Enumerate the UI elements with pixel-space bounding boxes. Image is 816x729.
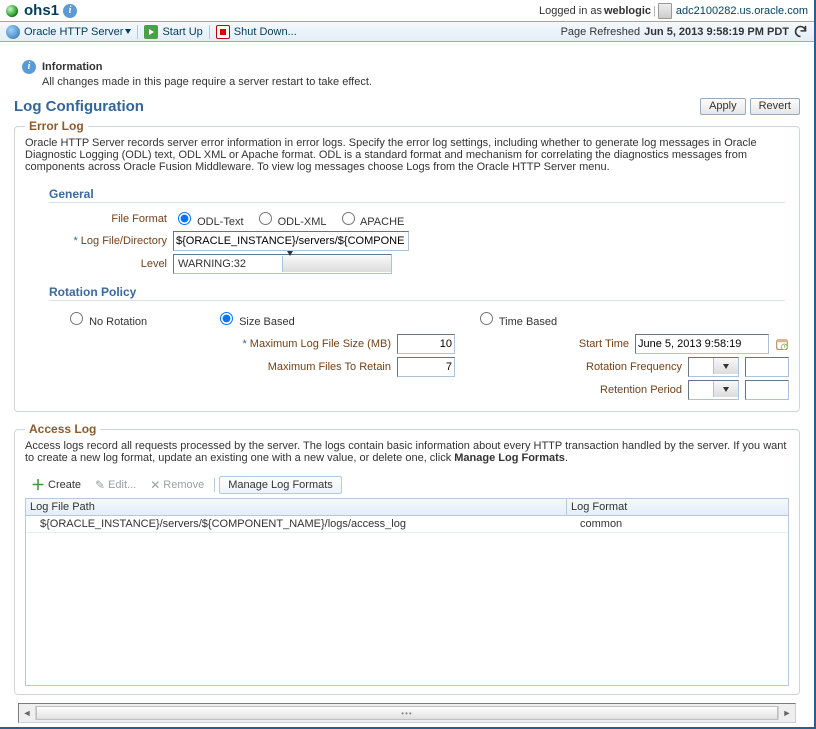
error-log-legend: Error Log	[25, 119, 88, 133]
host-name[interactable]: adc2100282.us.oracle.com	[676, 5, 808, 17]
col-log-format[interactable]: Log Format	[567, 499, 788, 515]
table-row[interactable]: ${ORACLE_INSTANCE}/servers/${COMPONENT_N…	[26, 516, 788, 533]
breadcrumb: ohs1 i	[6, 2, 77, 19]
access-log-description: Access logs record all requests processe…	[25, 440, 789, 464]
server-menu-icon	[6, 25, 20, 39]
general-heading: General	[49, 179, 785, 203]
access-log-table: Log File Path Log Format ${ORACLE_INSTAN…	[25, 498, 789, 686]
scroll-left-icon[interactable]: ◄	[19, 708, 35, 718]
shutdown-link[interactable]: Shut Down...	[234, 26, 297, 38]
fmt-odl-text[interactable]: ODL-Text	[173, 209, 244, 228]
info-panel: i Information All changes made in this p…	[14, 56, 800, 98]
plus-icon: ＋	[31, 479, 45, 491]
max-retain-label: Maximum Files To Retain	[268, 361, 391, 373]
horizontal-scrollbar[interactable]: ◄ ••• ►	[18, 703, 796, 723]
time-based-radio[interactable]: Time Based	[475, 316, 557, 328]
cell-log-format: common	[576, 516, 788, 532]
retention-period-input[interactable]	[745, 380, 789, 400]
error-log-section: Error Log Oracle HTTP Server records ser…	[14, 119, 800, 412]
level-select[interactable]: WARNING:32	[173, 254, 392, 274]
info-text: All changes made in this page require a …	[42, 76, 798, 88]
fmt-odl-xml[interactable]: ODL-XML	[254, 209, 327, 228]
x-icon: ✕	[150, 478, 160, 492]
info-heading: Information	[42, 61, 103, 73]
rotation-freq-select[interactable]	[688, 357, 739, 377]
logdir-input[interactable]	[173, 231, 409, 251]
retention-period-label: Retention Period	[600, 384, 682, 396]
remove-button[interactable]: ✕Remove	[144, 477, 210, 493]
server-title: ohs1	[24, 2, 59, 19]
logdir-label: * Log File/Directory	[49, 235, 167, 247]
max-size-label: * Maximum Log File Size (MB)	[242, 338, 391, 350]
status-up-icon	[6, 5, 18, 17]
shutdown-icon	[216, 25, 230, 39]
page-refreshed-label: Page Refreshed	[561, 26, 641, 38]
server-menu[interactable]: Oracle HTTP Server	[24, 26, 131, 38]
login-info: Logged in as weblogic | adc2100282.us.or…	[539, 3, 808, 19]
start-time-input[interactable]	[635, 334, 769, 354]
cell-log-path: ${ORACLE_INSTANCE}/servers/${COMPONENT_N…	[26, 516, 576, 532]
info-icon[interactable]: i	[63, 4, 77, 18]
startup-icon	[144, 25, 158, 39]
apply-button[interactable]: Apply	[700, 98, 746, 115]
file-format-label: File Format	[49, 213, 167, 225]
page-refreshed-time: Jun 5, 2013 9:58:19 PM PDT	[644, 26, 789, 38]
rotation-freq-label: Rotation Frequency	[586, 361, 682, 373]
scroll-right-icon[interactable]: ►	[779, 708, 795, 718]
size-based-radio[interactable]: Size Based	[215, 316, 295, 328]
level-label: Level	[49, 258, 167, 270]
rotation-freq-input[interactable]	[745, 357, 789, 377]
start-time-label: Start Time	[579, 338, 629, 350]
error-log-description: Oracle HTTP Server records server error …	[25, 137, 789, 173]
startup-link[interactable]: Start Up	[162, 26, 202, 38]
edit-button[interactable]: ✎Edit...	[89, 477, 142, 493]
retention-period-select[interactable]	[688, 380, 739, 400]
access-log-legend: Access Log	[25, 422, 100, 436]
calendar-icon[interactable]	[775, 337, 789, 351]
dropdown-icon[interactable]	[282, 256, 391, 272]
information-icon: i	[22, 60, 36, 74]
fmt-apache[interactable]: APACHE	[337, 209, 405, 228]
refresh-icon[interactable]	[793, 24, 808, 39]
manage-log-formats-button[interactable]: Manage Log Formats	[219, 476, 342, 494]
pencil-icon: ✎	[95, 478, 105, 492]
no-rotation-radio[interactable]: No Rotation	[65, 316, 147, 328]
rotation-policy-heading: Rotation Policy	[49, 277, 785, 301]
host-icon	[658, 3, 672, 19]
login-user: weblogic	[604, 5, 651, 17]
access-log-section: Access Log Access logs record all reques…	[14, 422, 800, 695]
col-log-file-path[interactable]: Log File Path	[26, 499, 567, 515]
max-size-input[interactable]	[397, 334, 455, 354]
max-retain-input[interactable]	[397, 357, 455, 377]
create-button[interactable]: ＋Create	[25, 478, 87, 492]
revert-button[interactable]: Revert	[750, 98, 800, 115]
page-title: Log Configuration	[14, 98, 144, 115]
